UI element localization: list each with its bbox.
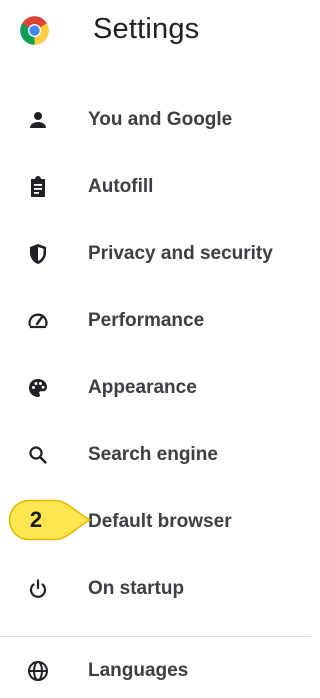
- clipboard-icon: [26, 175, 50, 199]
- nav-item-appearance[interactable]: Appearance: [0, 354, 311, 421]
- nav-item-label: Performance: [88, 310, 205, 331]
- globe-icon: [26, 659, 50, 683]
- nav-item-label: Appearance: [88, 377, 197, 398]
- nav-item-label: On startup: [88, 578, 185, 599]
- nav-item-performance[interactable]: Performance: [0, 287, 311, 354]
- nav-item-search-engine[interactable]: Search engine: [0, 421, 311, 488]
- power-icon: [26, 577, 50, 601]
- nav-item-label: Languages: [88, 660, 189, 681]
- nav-item-label: Search engine: [88, 444, 218, 465]
- step-number: 2: [29, 507, 43, 532]
- nav-item-languages[interactable]: Languages: [0, 648, 311, 698]
- search-icon: [26, 443, 50, 467]
- nav-item-label: You and Google: [88, 109, 233, 130]
- nav-item-on-startup[interactable]: On startup: [0, 555, 311, 622]
- speedometer-icon: [26, 309, 50, 333]
- person-icon: [26, 108, 50, 132]
- palette-icon: [26, 376, 50, 400]
- chrome-logo-icon: [19, 15, 50, 46]
- nav-item-privacy-and-security[interactable]: Privacy and security: [0, 220, 311, 287]
- settings-header: Settings: [0, 0, 311, 60]
- nav-item-label: Privacy and security: [88, 243, 273, 264]
- step-callout-badge: 2: [7, 498, 93, 542]
- nav-item-autofill[interactable]: Autofill: [0, 153, 311, 220]
- nav-item-label: Default browser: [88, 511, 232, 532]
- nav-item-label: Autofill: [88, 176, 154, 197]
- nav-item-you-and-google[interactable]: You and Google: [0, 86, 311, 153]
- shield-icon: [26, 242, 50, 266]
- nav-divider: [0, 636, 311, 637]
- page-title: Settings: [93, 13, 200, 45]
